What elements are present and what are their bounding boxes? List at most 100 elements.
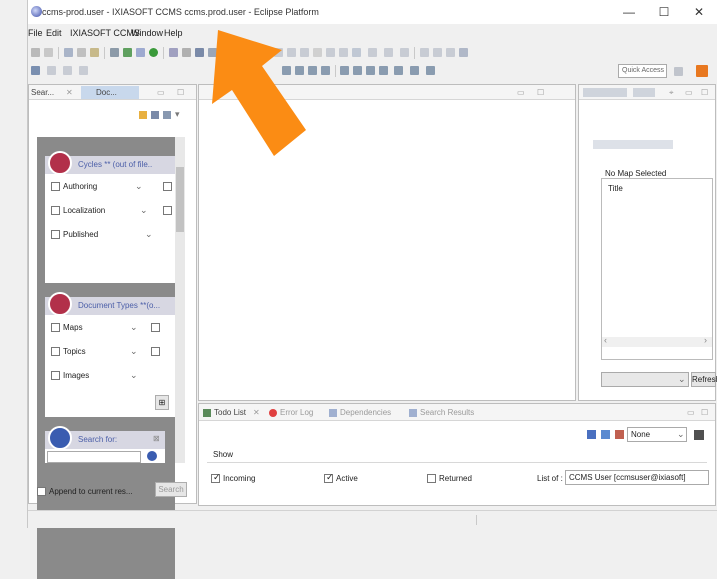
cycles-header[interactable]: Cycles ** (out of file.. — [45, 151, 175, 175]
star-icon[interactable] — [139, 111, 147, 119]
page-icon[interactable] — [420, 48, 429, 57]
search-tool-icon[interactable] — [64, 48, 73, 57]
map-table[interactable]: Title ‹ › — [601, 178, 713, 360]
folder-icon[interactable] — [446, 48, 455, 57]
grid-icon[interactable] — [123, 48, 132, 57]
incoming-checkbox[interactable]: ✓ — [211, 472, 221, 483]
tab-search[interactable]: Sear... — [31, 88, 54, 97]
maps-checkbox[interactable] — [51, 323, 60, 332]
localization-chevron-icon[interactable]: ⌄ — [140, 205, 148, 216]
collapse-icon[interactable] — [353, 66, 362, 75]
close-button[interactable]: ✕ — [686, 4, 712, 20]
check-icon[interactable] — [400, 48, 409, 57]
next-icon[interactable] — [426, 66, 435, 75]
todo-save-icon[interactable] — [694, 430, 704, 440]
todo-type-select[interactable]: None ⌄ — [627, 427, 687, 442]
tab-search-results[interactable]: Search Results — [420, 408, 474, 417]
left-scrollbar[interactable] — [175, 137, 185, 463]
tab-todo-list[interactable]: Todo List — [214, 408, 246, 417]
localization-checkbox[interactable] — [51, 206, 60, 215]
search-go-icon[interactable] — [147, 451, 157, 461]
authoring-checkbox[interactable] — [51, 182, 60, 191]
refresh-button[interactable]: Refresh — [691, 372, 717, 387]
localization-extra-checkbox[interactable] — [163, 206, 172, 215]
green-circle-icon[interactable] — [149, 48, 158, 57]
clipboard-icon[interactable] — [90, 48, 99, 57]
append-checkbox[interactable] — [37, 487, 46, 496]
dash-icon[interactable] — [313, 48, 322, 57]
active-checkbox[interactable]: ✓ — [324, 472, 334, 483]
map-tabs-icon[interactable] — [583, 88, 627, 97]
search-for-input[interactable] — [47, 451, 141, 463]
nav-back-icon[interactable] — [63, 66, 72, 75]
map-select-dropdown[interactable]: ⌄ — [601, 372, 689, 387]
map-table-scrollbar[interactable]: ‹ › — [602, 335, 712, 347]
search-button[interactable]: Search — [155, 482, 187, 497]
topics-checkbox[interactable] — [51, 347, 60, 356]
minimize-icon[interactable]: ▭ — [157, 88, 165, 97]
filter-small-icon[interactable] — [163, 111, 171, 119]
menu-edit[interactable]: Edit — [46, 28, 62, 38]
published-chevron-icon[interactable]: ⌄ — [145, 229, 153, 240]
reltable-icon[interactable] — [379, 66, 388, 75]
compare-icon[interactable] — [169, 48, 178, 57]
todo-filter-icon[interactable] — [615, 430, 624, 439]
outline-tab-icon[interactable] — [633, 88, 655, 97]
arrows-icon[interactable] — [394, 66, 403, 75]
menu-file[interactable]: File — [28, 28, 43, 38]
move-down-icon[interactable] — [321, 66, 330, 75]
prev-icon[interactable] — [410, 66, 419, 75]
list-of-user-select[interactable]: CCMS User [ccmsuser@ixiasoft] — [565, 470, 709, 485]
properties-button[interactable]: ⊞ — [155, 395, 169, 410]
menu-help[interactable]: Help — [164, 28, 183, 38]
map-actions-icon[interactable] — [593, 140, 673, 149]
left-scrollbar-thumb[interactable] — [176, 167, 184, 232]
list-icon[interactable] — [110, 48, 119, 57]
topics-extra-checkbox[interactable] — [151, 347, 160, 356]
maximize-icon[interactable]: ☐ — [177, 88, 184, 97]
menu-chevron-icon[interactable]: ▾ — [175, 109, 180, 120]
bottom-maximize-icon[interactable]: ☐ — [701, 408, 708, 417]
bookmark-icon[interactable] — [368, 48, 377, 57]
doc-types-header[interactable]: Document Types **(o... — [45, 292, 175, 316]
text-icon[interactable] — [384, 48, 393, 57]
tools-icon[interactable] — [459, 48, 468, 57]
nav-forward-icon[interactable] — [79, 66, 88, 75]
todo-refresh-icon[interactable] — [587, 430, 596, 439]
perspective-icon[interactable] — [674, 67, 683, 76]
pen-icon[interactable] — [352, 48, 361, 57]
save-all-icon[interactable] — [44, 48, 53, 57]
images-checkbox[interactable] — [51, 371, 60, 380]
save-icon[interactable] — [31, 48, 40, 57]
search-for-header[interactable]: Search for: ⊠ — [45, 426, 165, 450]
topics-chevron-icon[interactable]: ⌄ — [130, 346, 138, 357]
ccms-perspective-icon[interactable] — [696, 65, 708, 77]
quick-access-input[interactable]: Quick Access — [618, 64, 667, 78]
report-icon[interactable] — [151, 111, 159, 119]
bottom-minimize-icon[interactable]: ▭ — [687, 408, 695, 417]
history-icon[interactable] — [77, 48, 86, 57]
editor-maximize-icon[interactable]: ☐ — [537, 88, 544, 97]
map-tool-icon[interactable] — [31, 66, 40, 75]
frame-icon[interactable] — [339, 48, 348, 57]
relation-icon[interactable] — [366, 66, 375, 75]
todo-config-icon[interactable] — [601, 430, 610, 439]
filter-icon[interactable] — [182, 48, 191, 57]
authoring-chevron-icon[interactable]: ⌄ — [135, 181, 143, 192]
returned-checkbox[interactable] — [427, 474, 436, 483]
tree-icon[interactable] — [326, 48, 335, 57]
editor-minimize-icon[interactable]: ▭ — [517, 88, 525, 97]
close-todo-icon[interactable]: ✕ — [253, 408, 260, 417]
expand-icon[interactable] — [340, 66, 349, 75]
maps-chevron-icon[interactable]: ⌄ — [130, 322, 138, 333]
published-checkbox[interactable] — [51, 230, 60, 239]
right-pin-icon[interactable]: ⌖ — [669, 88, 674, 98]
tab-dependencies[interactable]: Dependencies — [340, 408, 391, 417]
tab-error-log[interactable]: Error Log — [280, 408, 313, 417]
maximize-button[interactable]: ☐ — [651, 4, 677, 20]
menu-window[interactable]: Window — [131, 28, 163, 38]
images-chevron-icon[interactable]: ⌄ — [130, 370, 138, 381]
tab-doc[interactable]: Doc... — [96, 88, 117, 97]
document-icon[interactable] — [433, 48, 442, 57]
search-clear-icon[interactable]: ⊠ — [153, 434, 160, 443]
